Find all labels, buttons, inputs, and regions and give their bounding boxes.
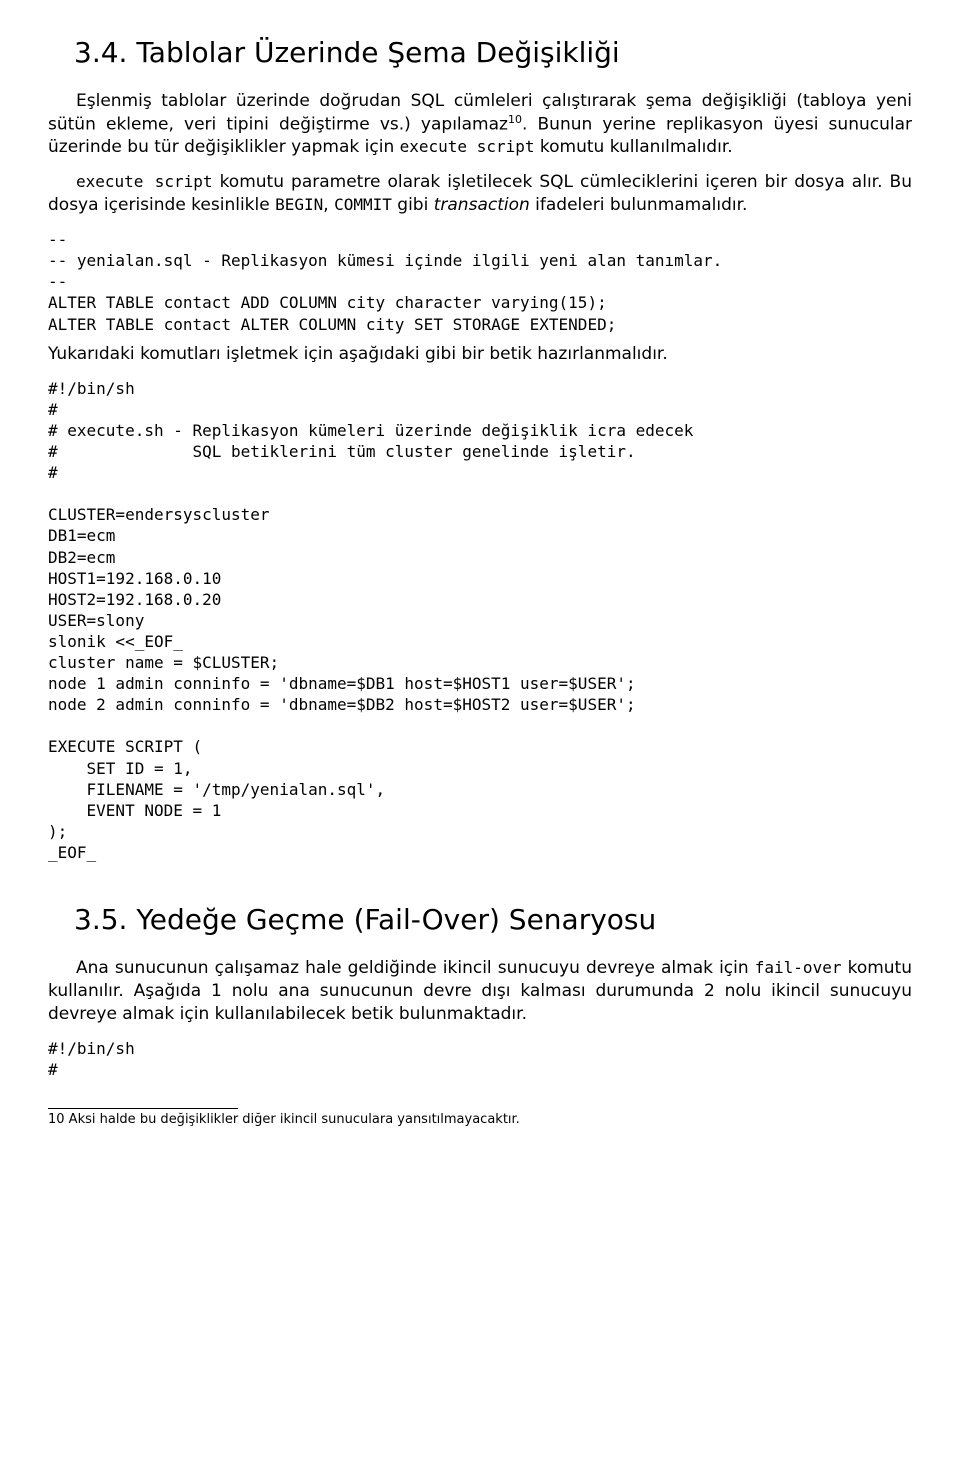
section-heading-3-4: 3.4. Tablolar Üzerinde Şema Değişikliği bbox=[48, 34, 912, 72]
paragraph-4: Ana sunucunun çalışamaz hale geldiğinde … bbox=[48, 957, 912, 1026]
inline-code-begin: BEGIN bbox=[275, 195, 323, 214]
footnote-10: 10 Aksi halde bu değişiklikler diğer iki… bbox=[48, 1111, 912, 1129]
para2-text-c: ifadeleri bulunmamalıdır. bbox=[530, 195, 748, 215]
footnote-ref-10: 10 bbox=[508, 113, 522, 126]
inline-code-execute-script: execute script bbox=[400, 137, 535, 156]
inline-code-commit: COMMIT bbox=[334, 195, 392, 214]
code-block-shell-failover: #!/bin/sh # bbox=[48, 1038, 912, 1080]
code-block-sql: -- -- yenialan.sql - Replikasyon kümesi … bbox=[48, 229, 912, 335]
code-block-shell-execute: #!/bin/sh # # execute.sh - Replikasyon k… bbox=[48, 378, 912, 864]
para1-text-c: komutu kullanılmalıdır. bbox=[534, 137, 732, 157]
inline-code-execute-script-2: execute script bbox=[76, 172, 213, 191]
paragraph-1: Eşlenmiş tablolar üzerinde doğrudan SQL … bbox=[48, 90, 912, 159]
para4-text-a: Ana sunucunun çalışamaz hale geldiğinde … bbox=[76, 958, 755, 978]
footnote-separator bbox=[48, 1108, 238, 1109]
paragraph-2: execute script komutu parametre olarak i… bbox=[48, 171, 912, 217]
section-heading-3-5: 3.5. Yedeğe Geçme (Fail-Over) Senaryosu bbox=[48, 901, 912, 939]
para2-sep: , bbox=[323, 195, 334, 215]
paragraph-3: Yukarıdaki komutları işletmek için aşağı… bbox=[48, 343, 912, 366]
para2-text-b: gibi bbox=[392, 195, 434, 215]
italic-transaction: transaction bbox=[434, 195, 530, 215]
inline-code-failover: fail-over bbox=[755, 958, 842, 977]
